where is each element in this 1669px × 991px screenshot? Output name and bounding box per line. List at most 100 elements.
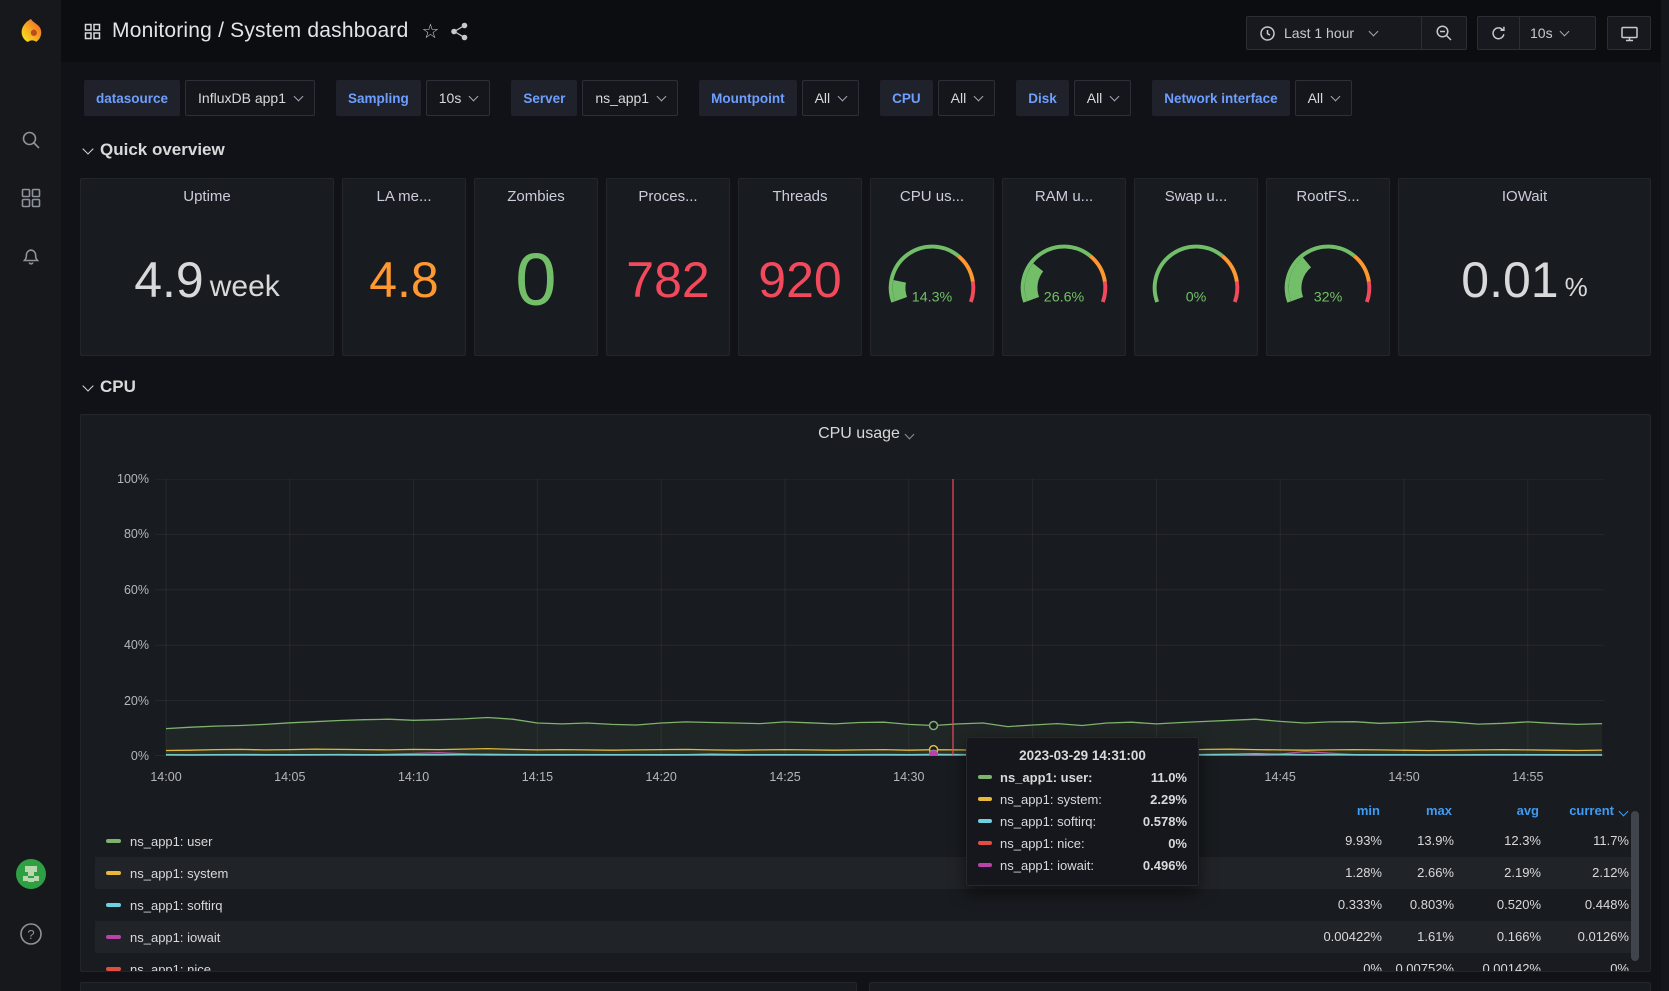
legend-value-current: 2.12% <box>1529 857 1629 889</box>
tooltip-row: ns_app1: softirq:0.578% <box>978 810 1187 832</box>
time-range-picker[interactable]: Last 1 hour <box>1246 16 1467 50</box>
variable-label[interactable]: Server <box>511 80 577 116</box>
stat-value-text: 920 <box>758 255 841 305</box>
variable-sampling: Sampling10s <box>336 80 490 116</box>
panel-title-cpu-usage[interactable]: CPU usage <box>81 425 1650 443</box>
chevron-down-icon <box>1559 26 1569 36</box>
time-range-label: Last 1 hour <box>1284 25 1354 41</box>
variable-label[interactable]: Sampling <box>336 80 421 116</box>
stat-panel-title[interactable]: IOWait <box>1502 188 1547 205</box>
tooltip-rows: ns_app1: user:11.0%ns_app1: system:2.29%… <box>978 766 1187 876</box>
section-title: Quick overview <box>100 140 225 160</box>
variable-mountpoint: MountpointAll <box>699 80 859 116</box>
variable-label[interactable]: Mountpoint <box>699 80 796 116</box>
stat-value-unit: % <box>1565 274 1588 300</box>
stat-panel-title[interactable]: RootFS... <box>1296 188 1359 205</box>
section-header-quick-overview[interactable]: Quick overview <box>84 140 225 160</box>
legend-series: ns_app1: nice <box>106 953 211 972</box>
refresh-button[interactable] <box>1478 25 1519 42</box>
variable-value-text: All <box>951 90 967 106</box>
refresh-interval-dropdown[interactable]: 10s <box>1520 25 1578 41</box>
x-tick-label: 14:10 <box>382 770 446 784</box>
legend-column-avg[interactable]: avg <box>1449 803 1539 821</box>
stat-value-text: 0 <box>515 243 556 317</box>
series-swatch <box>978 775 992 779</box>
section-header-cpu[interactable]: CPU <box>84 377 136 397</box>
variable-cpu: CPU All <box>880 80 995 116</box>
dashboards-icon[interactable] <box>0 176 61 220</box>
stat-panel-title[interactable]: Zombies <box>507 188 565 205</box>
chevron-down-icon <box>82 143 93 154</box>
gauge-body: 32% <box>1267 205 1389 355</box>
x-tick-label: 14:15 <box>505 770 569 784</box>
series-swatch <box>106 967 121 971</box>
stat-panel-iowait: IOWait0.01 % <box>1398 178 1651 356</box>
stat-panel-title[interactable]: RAM u... <box>1035 188 1093 205</box>
variable-bar: datasourceInfluxDB app1 Sampling10s Server… <box>84 80 1352 116</box>
svg-text:?: ? <box>27 927 34 942</box>
cpu-usage-chart[interactable] <box>155 479 1604 756</box>
kiosk-mode-button[interactable] <box>1607 16 1651 50</box>
chevron-down-icon <box>838 91 848 101</box>
stat-value: 782 <box>607 205 729 355</box>
variable-label[interactable]: CPU <box>880 80 933 116</box>
variable-label[interactable]: datasource <box>84 80 180 116</box>
stat-panel-title[interactable]: Swap u... <box>1165 188 1228 205</box>
x-tick-label: 14:20 <box>629 770 693 784</box>
stat-value-text: 782 <box>626 255 709 305</box>
variable-label[interactable]: Network interface <box>1152 80 1289 116</box>
tooltip-timestamp: 2023-03-29 14:31:00 <box>978 746 1187 766</box>
stat-panel-title[interactable]: Uptime <box>183 188 231 205</box>
user-avatar[interactable] <box>0 852 61 896</box>
grafana-logo-icon[interactable] <box>0 10 61 58</box>
tooltip-series-value: 11.0% <box>1151 770 1187 785</box>
grafana-flame <box>14 17 48 51</box>
tooltip-series-value: 2.29% <box>1150 792 1187 807</box>
variable-network-interface: Network interfaceAll <box>1152 80 1352 116</box>
x-tick-label: 14:25 <box>753 770 817 784</box>
legend-column-max[interactable]: max <box>1362 803 1452 821</box>
series-swatch <box>978 819 992 823</box>
clock-icon <box>1259 25 1276 42</box>
grafana-dashboard: ? Monitoring / System dashboard ☆ Last 1… <box>0 0 1669 991</box>
variable-value-dropdown[interactable]: ns_app1 <box>582 80 678 116</box>
chevron-down-icon <box>1369 26 1379 36</box>
page-scrollbar[interactable] <box>1661 0 1669 991</box>
legend-row-system[interactable]: ns_app1: system1.28%2.66%2.19%2.12% <box>95 857 1638 889</box>
legend-row-softirq[interactable]: ns_app1: softirq0.333%0.803%0.520%0.448% <box>95 889 1638 921</box>
legend-value-max: 1.61% <box>1354 921 1454 953</box>
sidebar: ? <box>0 0 61 991</box>
legend-column-current[interactable]: current <box>1537 803 1627 821</box>
search-icon[interactable] <box>0 118 61 162</box>
stat-value: 0 <box>475 205 597 355</box>
variable-value-dropdown[interactable]: All <box>938 80 996 116</box>
series-swatch <box>978 797 992 801</box>
breadcrumb: Monitoring / System dashboard ☆ <box>84 0 469 62</box>
variable-label[interactable]: Disk <box>1016 80 1069 116</box>
zoom-out-button[interactable] <box>1422 24 1466 42</box>
star-icon[interactable]: ☆ <box>421 19 439 44</box>
gauge: 14.3% <box>871 224 993 336</box>
chevron-down-icon <box>974 91 984 101</box>
tooltip-series-name: ns_app1: nice: <box>1000 836 1168 851</box>
legend-row-nice[interactable]: ns_app1: nice0%0.00752%0.00142%0% <box>95 953 1638 972</box>
stats-row: Uptime4.9 weekLA me...4.8Zombies0Proces.… <box>80 178 1651 356</box>
legend-scrollbar[interactable] <box>1631 811 1639 961</box>
stat-panel-title[interactable]: Proces... <box>638 188 697 205</box>
stat-panel-title[interactable]: LA me... <box>376 188 431 205</box>
variable-value-dropdown[interactable]: All <box>802 80 860 116</box>
variable-value-dropdown[interactable]: All <box>1074 80 1132 116</box>
series-swatch <box>106 935 121 939</box>
variable-value-dropdown[interactable]: All <box>1295 80 1353 116</box>
x-tick-label: 14:55 <box>1496 770 1560 784</box>
series-name: ns_app1: system <box>130 866 228 881</box>
legend-row-iowait[interactable]: ns_app1: iowait0.00422%1.61%0.166%0.0126… <box>95 921 1638 953</box>
help-icon[interactable]: ? <box>0 912 61 956</box>
variable-value-dropdown[interactable]: 10s <box>426 80 491 116</box>
variable-value-dropdown[interactable]: InfluxDB app1 <box>185 80 315 116</box>
legend-row-user[interactable]: ns_app1: user9.93%13.9%12.3%11.7% <box>95 825 1638 857</box>
stat-panel-title[interactable]: CPU us... <box>900 188 964 205</box>
share-icon[interactable] <box>450 22 469 41</box>
stat-panel-title[interactable]: Threads <box>772 188 827 205</box>
alerting-bell-icon[interactable] <box>0 234 61 278</box>
